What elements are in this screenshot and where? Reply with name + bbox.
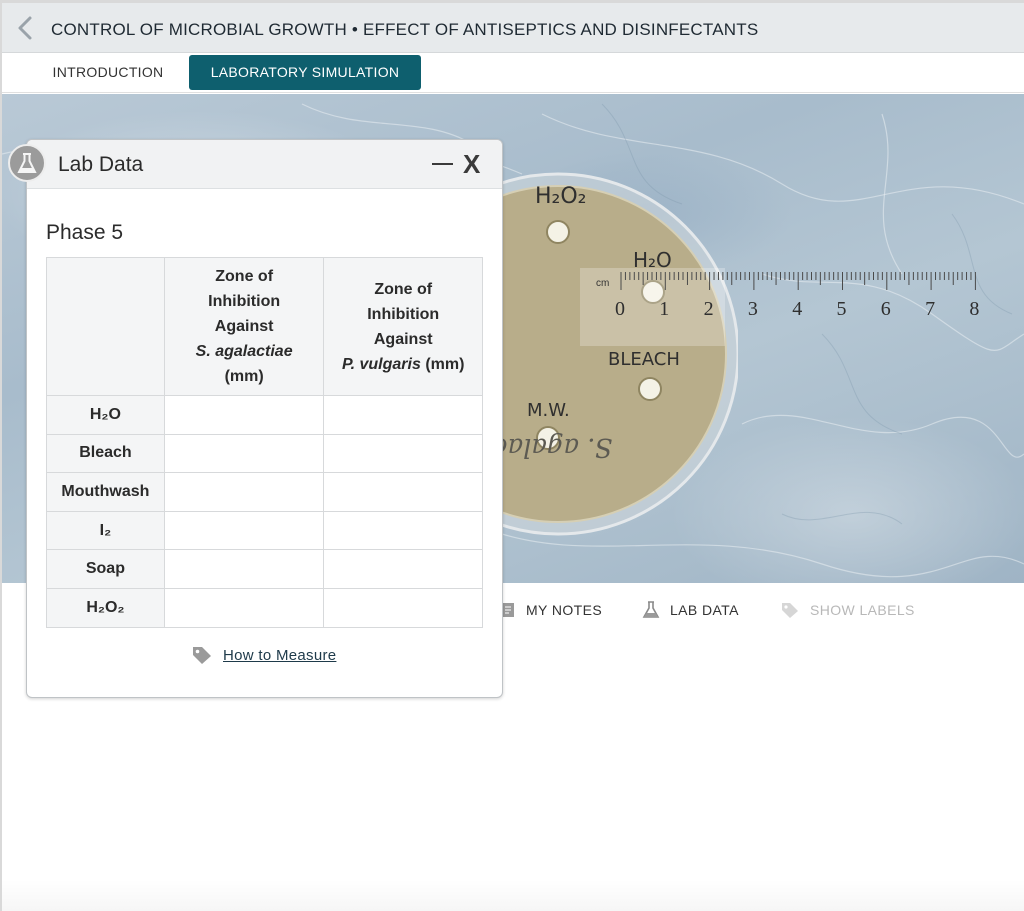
my-notes-label: MY NOTES bbox=[526, 602, 603, 618]
ruler-number: 8 bbox=[969, 298, 980, 320]
data-cell[interactable] bbox=[163, 472, 325, 512]
show-labels-button[interactable]: SHOW LABELS bbox=[780, 600, 915, 620]
ruler-number: 3 bbox=[747, 298, 758, 320]
data-cell[interactable] bbox=[323, 472, 483, 512]
data-cell[interactable] bbox=[163, 549, 325, 589]
row-label: I₂ bbox=[46, 510, 165, 551]
tab-introduction[interactable]: INTRODUCTION bbox=[37, 55, 179, 90]
minimize-icon[interactable] bbox=[432, 163, 453, 165]
petri-dish[interactable]: H₂O₂ H₂O BLEACH M.W. S. agalac bbox=[376, 170, 740, 538]
panel-header[interactable]: Lab Data X bbox=[27, 140, 502, 189]
my-notes-button[interactable]: MY NOTES bbox=[500, 600, 602, 620]
data-cell[interactable] bbox=[323, 549, 483, 589]
page-bottom bbox=[2, 880, 1024, 911]
table-row: H₂O₂ bbox=[46, 587, 483, 628]
label-mouthwash: M.W. bbox=[527, 400, 570, 421]
ruler-number: 5 bbox=[836, 298, 847, 320]
ruler[interactable]: cm 0 1 2 3 4 5 6 7 8 bbox=[580, 268, 980, 346]
row-label: Soap bbox=[46, 549, 165, 589]
data-cell[interactable] bbox=[323, 510, 483, 551]
column-header-p-vulgaris: Zone of Inhibition Against P. vulgaris (… bbox=[323, 257, 483, 396]
lab-data-table: Zone of Inhibition Against S. agalactiae… bbox=[46, 257, 483, 628]
how-to-measure-link[interactable]: How to Measure bbox=[191, 645, 336, 665]
row-label: H₂O bbox=[46, 395, 165, 435]
ruler-number: 0 bbox=[615, 298, 625, 320]
ruler-number: 4 bbox=[792, 298, 803, 320]
data-cell[interactable] bbox=[323, 587, 483, 628]
data-cell[interactable] bbox=[163, 395, 325, 435]
flask-icon bbox=[642, 601, 660, 618]
show-labels-label: SHOW LABELS bbox=[810, 602, 915, 618]
flask-icon bbox=[8, 144, 46, 182]
row-label: Bleach bbox=[46, 433, 165, 474]
table-row: H₂O bbox=[46, 395, 483, 435]
lab-data-button[interactable]: LAB DATA bbox=[642, 600, 739, 620]
ruler-unit: cm bbox=[596, 278, 610, 289]
row-label: H₂O₂ bbox=[46, 587, 165, 628]
page-title: CONTROL OF MICROBIAL GROWTH • EFFECT OF … bbox=[51, 20, 759, 39]
phase-heading: Phase 5 bbox=[46, 221, 124, 244]
lab-data-panel: Lab Data X Phase 5 Zone of Inhibition Ag… bbox=[26, 139, 503, 698]
data-cell[interactable] bbox=[163, 433, 325, 474]
table-corner bbox=[46, 257, 165, 396]
label-organism: S. agalac bbox=[493, 432, 613, 462]
ruler-number: 7 bbox=[925, 298, 936, 320]
data-cell[interactable] bbox=[163, 587, 325, 628]
table-row: Mouthwash bbox=[46, 472, 483, 512]
ruler-graphic bbox=[580, 268, 976, 346]
data-cell[interactable] bbox=[163, 510, 325, 551]
disc-h2o2 bbox=[546, 220, 570, 244]
tag-icon bbox=[193, 647, 211, 664]
table-row: I₂ bbox=[46, 510, 483, 551]
label-h2o2: H₂O₂ bbox=[535, 184, 587, 209]
ruler-number: 2 bbox=[703, 298, 714, 320]
column-header-s-agalactiae: Zone of Inhibition Against S. agalactiae… bbox=[163, 257, 325, 396]
how-to-measure-label: How to Measure bbox=[223, 646, 337, 664]
lab-data-label: LAB DATA bbox=[670, 602, 739, 618]
ruler-number: 1 bbox=[659, 298, 670, 320]
data-cell[interactable] bbox=[323, 395, 483, 435]
label-bleach: BLEACH bbox=[608, 349, 680, 370]
header-bar: CONTROL OF MICROBIAL GROWTH • EFFECT OF … bbox=[2, 3, 1024, 53]
table-row: Bleach bbox=[46, 433, 483, 474]
chevron-left-icon[interactable] bbox=[14, 15, 38, 41]
ruler-number: 6 bbox=[880, 298, 891, 320]
panel-title: Lab Data bbox=[58, 153, 144, 176]
tag-icon bbox=[782, 603, 798, 618]
data-cell[interactable] bbox=[323, 433, 483, 474]
tab-laboratory-simulation[interactable]: LABORATORY SIMULATION bbox=[189, 55, 421, 90]
table-row: Soap bbox=[46, 549, 483, 589]
disc-bleach bbox=[638, 377, 662, 401]
tab-bar: INTRODUCTION LABORATORY SIMULATION bbox=[2, 53, 1024, 93]
close-button[interactable]: X bbox=[463, 149, 480, 180]
row-label: Mouthwash bbox=[46, 472, 165, 512]
